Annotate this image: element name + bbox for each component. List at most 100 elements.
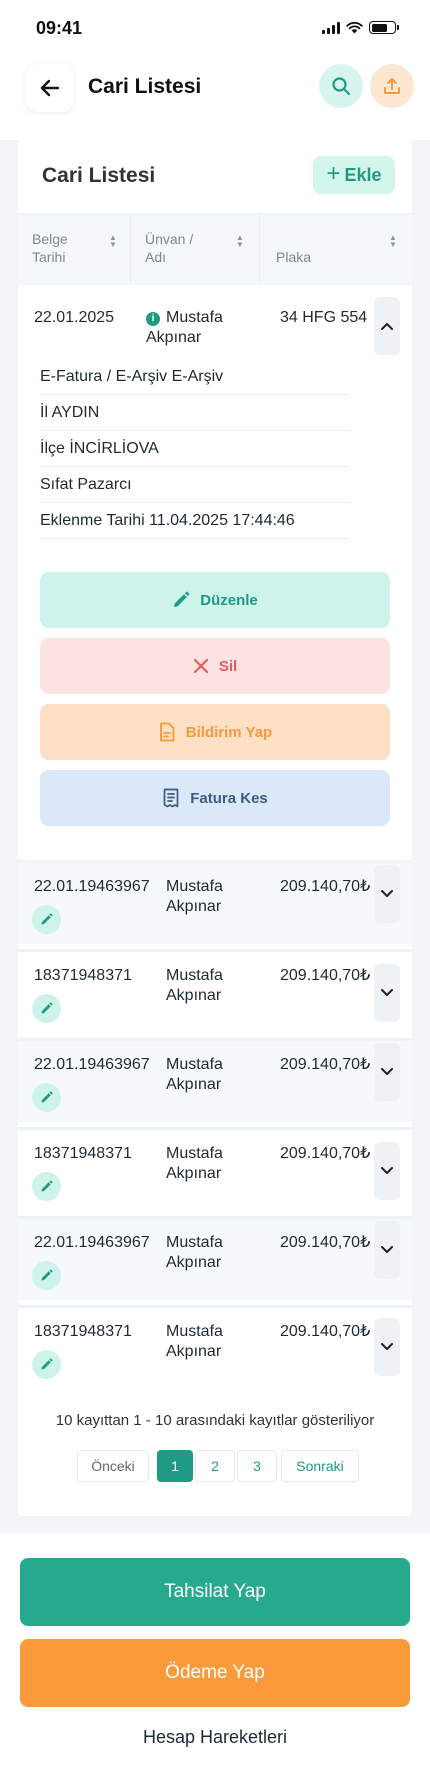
edit-button[interactable]: Düzenle <box>40 572 390 628</box>
chevron-down-icon <box>381 1246 393 1253</box>
row-date: 18371948371 <box>34 1145 132 1162</box>
table-row[interactable]: 18371948371 Mustafa Akpınar 209.140,70₺ <box>18 949 412 1033</box>
list-card: Cari Listesi + Ekle Belge Tarihi ▲ ▼ Ünva… <box>18 140 412 1516</box>
expand-button[interactable] <box>374 1142 400 1200</box>
table-row[interactable]: 22.01.19463967 Mustafa Akpınar 209.140,7… <box>18 1038 412 1122</box>
table-row[interactable]: 18371948371 Mustafa Akpınar 209.140,70₺ <box>18 1305 412 1389</box>
chevron-down-icon <box>381 890 393 897</box>
row-date: 18371948371 <box>34 1323 132 1340</box>
row-plate: 34 HFG 554 <box>280 309 368 326</box>
sort-icon: ▲ ▼ <box>109 233 117 249</box>
expand-button[interactable] <box>374 1043 400 1101</box>
invoice-button[interactable]: Fatura Kes <box>40 770 390 826</box>
status-time: 09:41 <box>36 18 83 38</box>
row-name: Mustafa Akpınar <box>166 1145 223 1182</box>
info-icon: i <box>146 312 160 326</box>
page-button-2[interactable]: 2 <box>195 1450 235 1482</box>
row-amount: 209.140,70₺ <box>280 1323 371 1340</box>
column-label-plate: Plaka <box>276 249 312 265</box>
invoice-button-label: Fatura Kes <box>190 789 268 807</box>
row-name: Mustafa Akpınar <box>166 878 223 915</box>
row-edit-button[interactable] <box>32 1172 61 1201</box>
pencil-icon <box>41 1091 53 1103</box>
next-page-button[interactable]: Sonraki <box>281 1450 359 1482</box>
upload-icon <box>384 78 400 94</box>
table-row[interactable]: 22.01.19463967 Mustafa Akpınar 209.140,7… <box>18 1216 412 1300</box>
expand-button[interactable] <box>374 865 400 923</box>
plus-icon: + <box>326 160 341 187</box>
wifi-icon <box>346 21 363 34</box>
close-icon <box>193 658 208 674</box>
chevron-down-icon <box>381 1167 393 1174</box>
chevron-down-icon <box>381 989 393 996</box>
status-bar: 09:41 <box>0 0 430 58</box>
chevron-down-icon <box>381 1068 393 1075</box>
detail-added-date: Eklenme Tarihi 11.04.2025 17:44:46 <box>40 503 350 539</box>
sort-icon: ▲ ▼ <box>389 233 397 249</box>
row-name: Mustafa Akpınar <box>166 1234 223 1271</box>
search-button[interactable] <box>319 64 363 108</box>
row-edit-button[interactable] <box>32 1350 61 1379</box>
pagination-summary: 10 kayıttan 1 - 10 arasındaki kayıtlar g… <box>55 1412 375 1429</box>
bottom-action-bar: Tahsilat Yap Ödeme Yap Hesap Hareketleri <box>0 1532 430 1774</box>
row-amount: 209.140,70₺ <box>280 1234 371 1251</box>
column-header-date[interactable]: Belge Tarihi ▲ ▼ <box>18 214 130 286</box>
row-edit-button[interactable] <box>32 1261 61 1290</box>
expand-button[interactable] <box>374 964 400 1022</box>
signal-icon <box>322 21 340 34</box>
page-title: Cari Listesi <box>88 75 202 98</box>
sort-icon: ▲ ▼ <box>236 233 244 249</box>
row-date: 22.01.19463967 <box>34 1056 150 1073</box>
add-button[interactable]: + Ekle <box>313 156 395 194</box>
notify-button-label: Bildirim Yap <box>185 723 273 741</box>
column-header-plate[interactable]: Plaka ▲ ▼ <box>260 214 412 286</box>
notify-button[interactable]: Bildirim Yap <box>40 704 390 760</box>
collapse-button[interactable] <box>374 297 400 355</box>
row-name: i Mustafa Akpınar <box>146 309 223 346</box>
arrow-left-icon <box>40 79 60 97</box>
chevron-down-icon <box>381 1343 393 1350</box>
detail-district: İlçe İNCİRLİOVA <box>40 431 350 467</box>
row-amount: 209.140,70₺ <box>280 1056 371 1073</box>
row-name: Mustafa Akpınar <box>166 1056 223 1093</box>
row-date: 22.01.19463967 <box>34 878 150 895</box>
column-label-date: Belge Tarihi <box>32 231 68 265</box>
pencil-icon <box>41 1269 53 1281</box>
page-button-1[interactable]: 1 <box>157 1450 193 1482</box>
upload-button[interactable] <box>370 64 414 108</box>
back-button[interactable] <box>26 64 74 112</box>
row-amount: 209.140,70₺ <box>280 878 371 895</box>
receipt-icon <box>163 788 179 808</box>
document-icon <box>159 722 175 742</box>
table-header: Belge Tarihi ▲ ▼ Ünvan / Adı ▲ ▼ Plaka ▲ ▼ <box>18 213 412 286</box>
row-edit-button[interactable] <box>32 1083 61 1112</box>
row-amount: 209.140,70₺ <box>280 967 371 984</box>
chevron-up-icon <box>381 323 393 330</box>
pencil-icon <box>41 913 53 925</box>
pencil-icon <box>174 591 190 607</box>
card-title: Cari Listesi <box>42 164 156 187</box>
page-button-3[interactable]: 3 <box>237 1450 277 1482</box>
table-row[interactable]: 18371948371 Mustafa Akpınar 209.140,70₺ <box>18 1127 412 1211</box>
detail-invoice-type: E-Fatura / E-Arşiv E-Arşiv <box>40 359 350 395</box>
row-edit-button[interactable] <box>32 905 61 934</box>
row-edit-button[interactable] <box>32 994 61 1023</box>
pencil-icon <box>41 1180 53 1192</box>
battery-icon <box>369 21 399 34</box>
pencil-icon <box>41 1002 53 1014</box>
expand-button[interactable] <box>374 1318 400 1376</box>
delete-button[interactable]: Sil <box>40 638 390 694</box>
row-date: 22.01.2025 <box>34 309 115 326</box>
column-header-name[interactable]: Ünvan / Adı ▲ ▼ <box>131 214 259 286</box>
make-payment-button[interactable]: Ödeme Yap <box>20 1639 410 1707</box>
row-name: Mustafa Akpınar <box>166 1323 223 1360</box>
prev-page-button[interactable]: Önceki <box>77 1450 149 1482</box>
add-button-label: Ekle <box>344 164 382 185</box>
delete-button-label: Sil <box>218 657 238 675</box>
expand-button[interactable] <box>374 1221 400 1279</box>
collect-payment-button[interactable]: Tahsilat Yap <box>20 1558 410 1626</box>
account-movements-link[interactable]: Hesap Hareketleri <box>0 1727 430 1748</box>
search-icon <box>332 77 351 96</box>
row-amount: 209.140,70₺ <box>280 1145 371 1162</box>
table-row[interactable]: 22.01.19463967 Mustafa Akpınar 209.140,7… <box>18 860 412 944</box>
